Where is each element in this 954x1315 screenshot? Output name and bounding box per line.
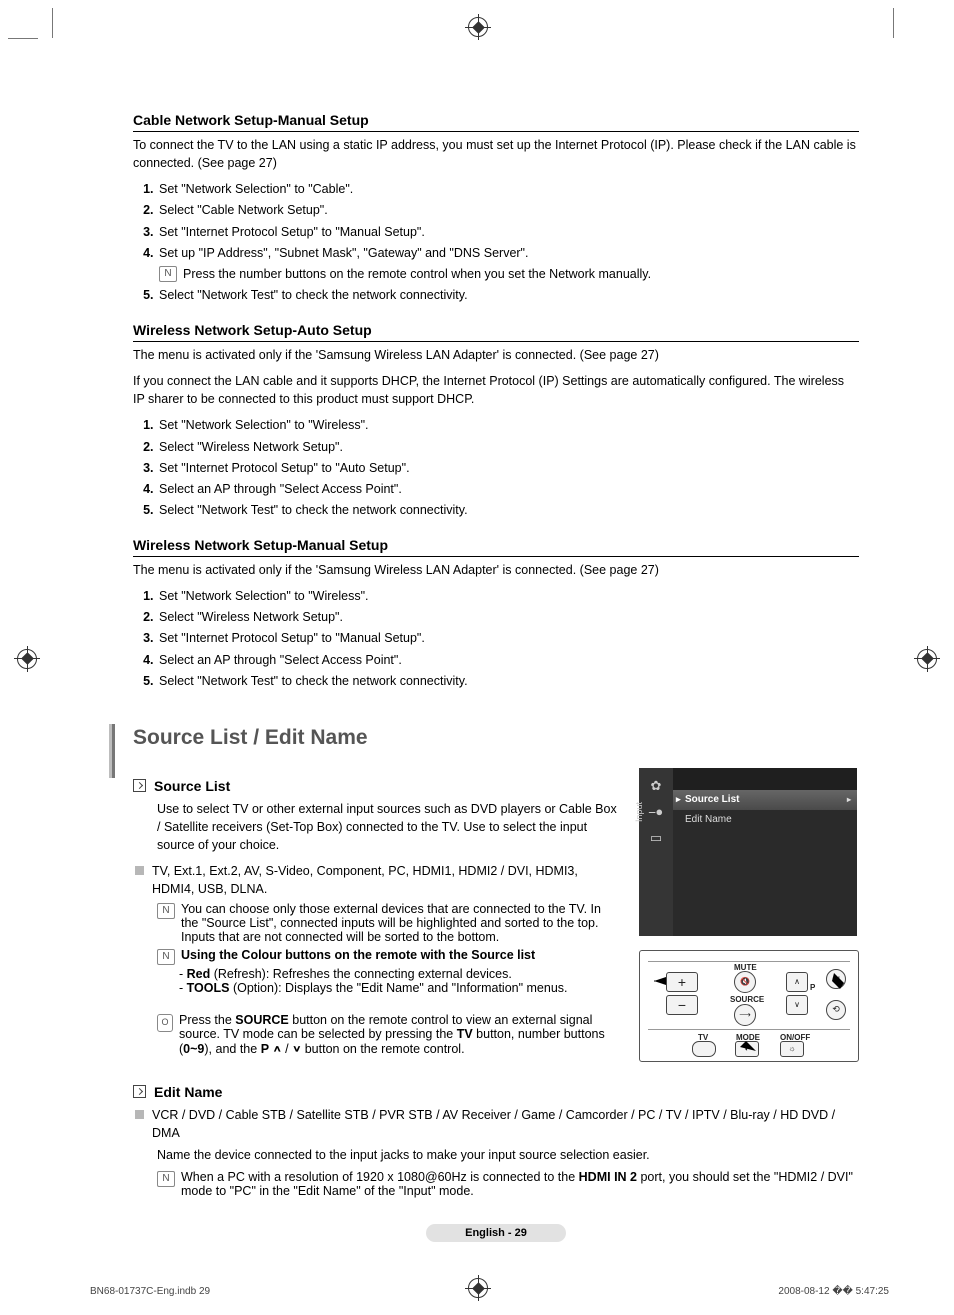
square-bullet-icon xyxy=(135,1110,144,1119)
note-icon: N xyxy=(159,266,177,282)
list-item: Set "Network Selection" to "Wireless". xyxy=(157,587,859,605)
note-icon: N xyxy=(157,903,175,919)
registration-mark-icon xyxy=(468,17,488,37)
list-item: Set "Network Selection" to "Wireless". xyxy=(157,416,859,434)
list-item: Set "Internet Protocol Setup" to "Auto S… xyxy=(157,459,859,477)
list-item: Set "Internet Protocol Setup" to "Manual… xyxy=(157,223,859,241)
subheading-edit-name: Edit Name xyxy=(133,1084,859,1100)
note-icon: N xyxy=(157,1171,175,1187)
heading-source-list-edit-name: Source List / Edit Name xyxy=(133,726,859,750)
card-icon: ▭ xyxy=(648,830,664,846)
footer-timestamp: 2008-08-12 �� 5:47:25 xyxy=(778,1286,889,1297)
crop-mark xyxy=(52,8,53,38)
remote-diagram: MUTE + − 🔇 ∧ ∨ P ⇥ ⟲ SOURCE ⟶ TV MODE ON… xyxy=(639,950,859,1062)
section-accent-bar xyxy=(109,724,115,778)
footer-file: BN68-01737C-Eng.indb 29 xyxy=(90,1286,210,1297)
callout-arrows-icon xyxy=(640,951,858,1061)
remote-source-note: Press the SOURCE button on the remote co… xyxy=(179,1013,621,1056)
intro-wireless-auto-2: If you connect the LAN cable and it supp… xyxy=(133,372,859,408)
intro-cable-manual: To connect the TV to the LAN using a sta… xyxy=(133,136,859,172)
crop-mark xyxy=(893,8,894,38)
intro-wireless-manual: The menu is activated only if the 'Samsu… xyxy=(133,561,859,579)
osd-topbar xyxy=(673,768,857,790)
input-icon: ⎯●Input xyxy=(648,804,664,820)
source-inputs-list: TV, Ext.1, Ext.2, AV, S-Video, Component… xyxy=(152,862,621,898)
manual-page: Cable Network Setup-Manual Setup To conn… xyxy=(0,0,954,1315)
note-text: You can choose only those external devic… xyxy=(181,902,621,944)
list-item: Select "Wireless Network Setup". xyxy=(157,608,859,626)
heading-wireless-auto: Wireless Network Setup-Auto Setup xyxy=(133,322,859,342)
note-text: When a PC with a resolution of 1920 x 10… xyxy=(181,1170,859,1198)
registration-mark-icon xyxy=(917,649,937,669)
list-item: Select "Cable Network Setup". xyxy=(157,201,859,219)
list-item: Select "Network Test" to check the netwo… xyxy=(157,672,859,690)
colour-buttons-list: Red (Refresh): Refreshes the connecting … xyxy=(179,967,621,995)
osd-preview: ✿ ⎯●Input ▭ Source List▸ Edit Name xyxy=(639,768,857,936)
registration-mark-icon xyxy=(17,649,37,669)
square-bullet-icon xyxy=(135,866,144,875)
list-item: Select an AP through "Select Access Poin… xyxy=(157,651,859,669)
heading-wireless-manual: Wireless Network Setup-Manual Setup xyxy=(133,537,859,557)
intro-wireless-auto-1: The menu is activated only if the 'Samsu… xyxy=(133,346,859,364)
note-text: Using the Colour buttons on the remote w… xyxy=(181,948,535,962)
heading-cable-manual: Cable Network Setup-Manual Setup xyxy=(133,112,859,132)
checkbox-bullet-icon xyxy=(133,779,146,792)
list-item: Select "Wireless Network Setup". xyxy=(157,438,859,456)
list-item: Set "Internet Protocol Setup" to "Manual… xyxy=(157,629,859,647)
list-item: Select "Network Test" to check the netwo… xyxy=(157,286,859,304)
page-number-pill: English - 29 xyxy=(426,1224,566,1242)
steps-cable-manual: Set "Network Selection" to "Cable". Sele… xyxy=(133,180,859,304)
list-item: Select "Network Test" to check the netwo… xyxy=(157,501,859,519)
gear-icon: ✿ xyxy=(648,778,664,794)
checkbox-bullet-icon xyxy=(133,1085,146,1098)
list-item: Red (Refresh): Refreshes the connecting … xyxy=(179,967,621,981)
list-item: TOOLS (Option): Displays the "Edit Name"… xyxy=(179,981,621,995)
steps-wireless-manual: Set "Network Selection" to "Wireless". S… xyxy=(133,587,859,690)
steps-wireless-auto: Set "Network Selection" to "Wireless". S… xyxy=(133,416,859,519)
list-item: Select an AP through "Select Access Poin… xyxy=(157,480,859,498)
list-item: Set up "IP Address", "Subnet Mask", "Gat… xyxy=(157,244,859,283)
edit-name-description: Name the device connected to the input j… xyxy=(157,1146,859,1164)
osd-row-selected: Source List▸ xyxy=(673,790,857,810)
osd-sidebar: ✿ ⎯●Input ▭ xyxy=(639,768,673,936)
print-footer: BN68-01737C-Eng.indb 29 2008-08-12 �� 5:… xyxy=(90,1286,889,1297)
note-icon: N xyxy=(157,949,175,965)
list-item: Set "Network Selection" to "Cable". xyxy=(157,180,859,198)
note-text: Press the number buttons on the remote c… xyxy=(183,265,651,283)
crop-mark xyxy=(8,38,38,39)
edit-name-devices: VCR / DVD / Cable STB / Satellite STB / … xyxy=(152,1106,859,1142)
remote-icon: O xyxy=(157,1014,173,1032)
source-list-description: Use to select TV or other external input… xyxy=(157,800,621,854)
osd-row: Edit Name xyxy=(673,810,857,830)
subheading-source-list: Source List xyxy=(133,778,621,794)
